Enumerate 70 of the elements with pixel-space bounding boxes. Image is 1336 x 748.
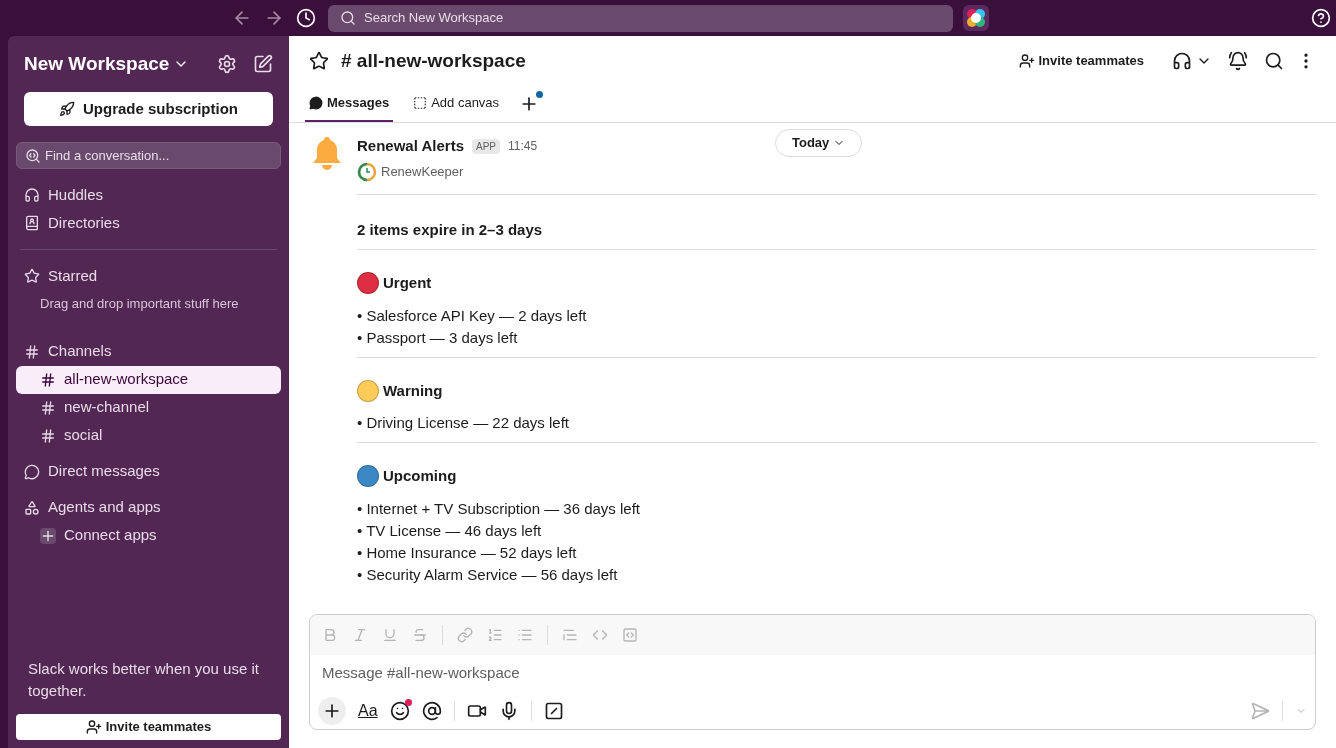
group-title: Urgent <box>383 273 432 293</box>
formatting-button[interactable]: Aa <box>358 698 378 723</box>
headphones-icon <box>24 187 40 203</box>
add-person-icon <box>1018 53 1035 69</box>
message-input[interactable]: Message #all-new-workspace <box>310 655 1315 692</box>
renewal-item: • TV License — 46 days left <box>357 520 543 541</box>
channel-tab[interactable]: Add canvas <box>409 86 504 122</box>
hash-icon <box>40 371 56 388</box>
chat-bubble-icon <box>24 463 40 480</box>
compose-icon[interactable] <box>253 54 273 74</box>
group-title: Warning <box>383 380 443 401</box>
renewal-item: • Security Alarm Service — 56 days left <box>357 564 619 585</box>
channel-item[interactable]: new-channel <box>16 393 281 422</box>
headphones-icon[interactable] <box>1172 51 1192 71</box>
emoji-button[interactable] <box>389 700 410 721</box>
sidebar-item[interactable]: Directories <box>16 209 281 237</box>
renewal-item: • Salesforce API Key — 2 days left <box>357 305 588 326</box>
filter-search-icon <box>25 147 41 164</box>
bell-icon[interactable] <box>1228 51 1248 71</box>
search-icon[interactable] <box>1264 51 1284 71</box>
channels-section[interactable]: Channels <box>16 337 281 366</box>
renewal-item: • Driving License — 22 days left <box>357 413 570 433</box>
channel-title[interactable]: # all-new-workspace <box>341 46 526 76</box>
clock-logo-icon <box>357 161 377 182</box>
history-icon[interactable] <box>296 8 316 28</box>
renewal-item: • Internet + TV Subscription — 36 days left <box>357 498 642 519</box>
star-icon <box>24 268 40 284</box>
upgrade-button[interactable]: Upgrade subscription <box>24 92 273 126</box>
conversation-search-field[interactable]: Find a conversation... <box>16 142 281 169</box>
plus-icon[interactable] <box>318 696 346 725</box>
channel-item[interactable]: all-new-workspace <box>16 365 281 394</box>
workspace-name[interactable]: New Workspace <box>24 49 170 79</box>
star-icon[interactable] <box>309 51 329 71</box>
date-pill[interactable]: Today <box>775 129 863 157</box>
search-icon <box>340 10 356 26</box>
add-person-icon <box>85 719 102 735</box>
message-time[interactable]: 11:45 <box>508 137 538 156</box>
agents-section[interactable]: Agents and apps <box>16 493 281 522</box>
app-name: RenewKeeper <box>381 162 464 181</box>
renewal-item: • Passport — 3 days left <box>357 327 519 348</box>
direct-messages-section[interactable]: Direct messages <box>16 457 281 486</box>
chat-bubble-icon <box>309 96 323 110</box>
connect-apps-item[interactable]: Connect apps <box>16 521 281 550</box>
app-tag: APP <box>472 138 500 154</box>
invite-teammates-button[interactable]: Invite teammates <box>1018 51 1144 71</box>
canvas-icon <box>413 96 428 110</box>
help-icon[interactable] <box>1311 8 1331 28</box>
mention-icon[interactable] <box>421 700 442 721</box>
sidebar-item[interactable]: Huddles <box>16 181 281 209</box>
app-logo-icon[interactable] <box>963 5 989 31</box>
plus-icon <box>40 527 56 544</box>
smiley-icon <box>389 700 410 721</box>
hash-icon <box>40 427 56 444</box>
channel-item[interactable]: social <box>16 421 281 450</box>
starred-hint: Drag and drop important stuff here <box>39 295 240 313</box>
renewal-item: • Home Insurance — 52 days left <box>357 542 578 563</box>
rocket-icon <box>59 101 75 117</box>
channel-tab[interactable]: Messages <box>305 86 394 122</box>
settings-icon[interactable] <box>217 54 237 74</box>
contact-book-icon <box>24 215 40 231</box>
sidebar-footer-text: Slack works better when you use it together. <box>27 659 260 701</box>
alert-heading: 2 items expire in 2–3 days <box>357 219 544 240</box>
starred-section[interactable]: Starred <box>16 262 281 290</box>
hash-icon <box>40 399 56 416</box>
shortcut-icon[interactable] <box>543 700 564 721</box>
group-title: Upcoming <box>383 466 457 486</box>
search-field[interactable]: Search New Workspace <box>328 4 953 32</box>
apps-icon <box>24 499 40 516</box>
invite-teammates-button[interactable]: Invite teammates <box>16 714 281 740</box>
sender-name[interactable]: Renewal Alerts <box>357 135 464 158</box>
